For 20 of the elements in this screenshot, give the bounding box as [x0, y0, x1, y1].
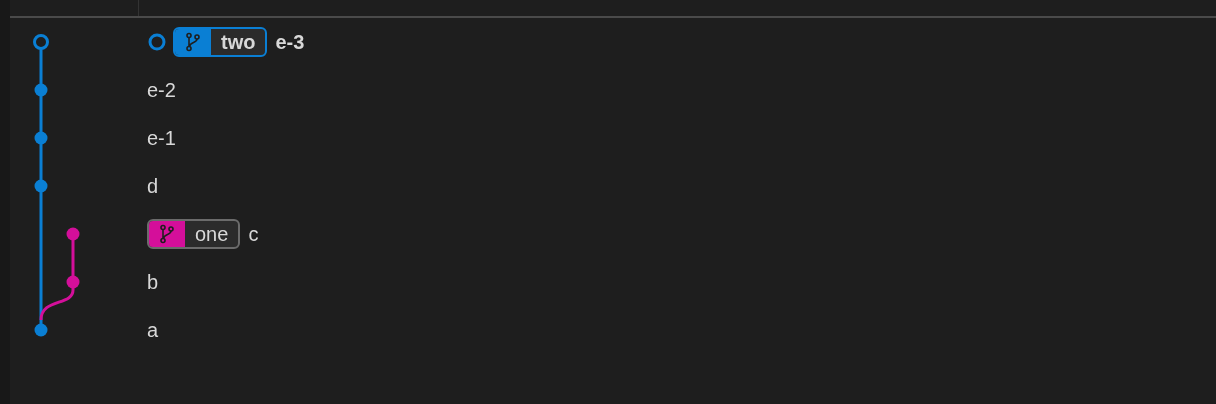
commit-message: e-1	[147, 126, 176, 150]
branch-name: two	[220, 29, 257, 55]
commit-message: d	[147, 174, 159, 198]
commit-message: e-3	[275, 30, 305, 54]
commit-node[interactable]	[33, 34, 49, 50]
branch-icon	[185, 32, 201, 52]
commit-node[interactable]	[66, 275, 80, 289]
branch-badge[interactable]: two	[173, 27, 268, 57]
commit-node[interactable]	[34, 179, 48, 193]
commit-node[interactable]	[66, 227, 80, 241]
commit-message: b	[147, 270, 159, 294]
branch-icon	[159, 224, 175, 244]
commit-node[interactable]	[34, 323, 48, 337]
commit-message: a	[147, 318, 159, 342]
commit-node[interactable]	[34, 131, 48, 145]
branch-badge[interactable]: one	[147, 219, 241, 249]
commit-message: c	[248, 222, 259, 246]
commit-message: e-2	[147, 78, 176, 102]
commit-node[interactable]	[34, 83, 48, 97]
branch-name: one	[194, 221, 230, 247]
